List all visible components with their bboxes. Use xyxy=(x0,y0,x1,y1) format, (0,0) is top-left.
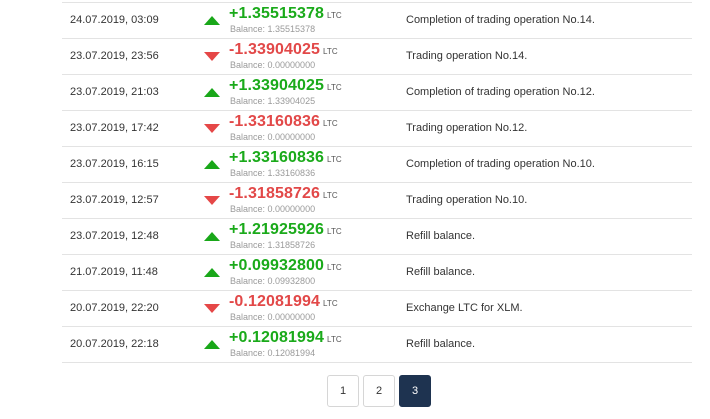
currency-unit: LTC xyxy=(326,11,342,20)
transaction-row: 20.07.2019, 22:20 -0.12081994 LTC Balance: … xyxy=(62,291,692,327)
amount-value: +1.35515378 xyxy=(229,5,324,22)
page-button-3[interactable]: 3 xyxy=(399,375,431,407)
amount-value: -1.33160836 xyxy=(229,113,320,130)
transaction-description: Completion of trading operation No.12. xyxy=(406,86,595,98)
transaction-description: Trading operation No.14. xyxy=(406,50,528,62)
arrow-up-icon xyxy=(204,340,220,349)
transaction-description: Refill balance. xyxy=(406,338,476,350)
transaction-description: Refill balance. xyxy=(406,230,476,242)
arrow-down-icon xyxy=(204,196,220,205)
transaction-amount: -0.12081994 LTC xyxy=(229,293,338,311)
currency-unit: LTC xyxy=(322,191,338,200)
transaction-amount: +0.09932800 LTC xyxy=(229,257,342,275)
transaction-amount: -1.33904025 LTC xyxy=(229,41,338,59)
transaction-description: Exchange LTC for XLM. xyxy=(406,302,523,314)
transaction-balance: Balance: 0.00000000 xyxy=(230,204,316,214)
transaction-balance: Balance: 1.33160836 xyxy=(230,168,316,178)
amount-value: +1.33904025 xyxy=(229,77,324,94)
transaction-balance: Balance: 0.09932800 xyxy=(230,276,316,286)
transaction-row: 24.07.2019, 03:09 +1.35515378 LTC Balance: … xyxy=(62,3,692,39)
transaction-amount: -1.31858726 LTC xyxy=(229,185,338,203)
transaction-date: 24.07.2019, 03:09 xyxy=(70,14,159,26)
currency-unit: LTC xyxy=(322,299,338,308)
currency-unit: LTC xyxy=(322,47,338,56)
currency-unit: LTC xyxy=(326,155,342,164)
transaction-date: 23.07.2019, 21:03 xyxy=(70,86,159,98)
arrow-up-icon xyxy=(204,160,220,169)
currency-unit: LTC xyxy=(322,119,338,128)
transaction-balance: Balance: 0.00000000 xyxy=(230,60,316,70)
arrow-down-icon xyxy=(204,304,220,313)
transaction-date: 23.07.2019, 12:48 xyxy=(70,230,159,242)
amount-value: +1.21925926 xyxy=(229,221,324,238)
arrow-up-icon xyxy=(204,88,220,97)
amount-value: +1.33160836 xyxy=(229,149,324,166)
transaction-date: 23.07.2019, 17:42 xyxy=(70,122,159,134)
transaction-description: Trading operation No.10. xyxy=(406,194,528,206)
arrow-down-icon xyxy=(204,52,220,61)
transaction-balance: Balance: 1.31858726 xyxy=(230,240,316,250)
transaction-row: 23.07.2019, 16:15 +1.33160836 LTC Balance: … xyxy=(62,147,692,183)
amount-value: -1.31858726 xyxy=(229,185,320,202)
transaction-description: Refill balance. xyxy=(406,266,476,278)
transaction-amount: +1.21925926 LTC xyxy=(229,221,342,239)
amount-value: +0.09932800 xyxy=(229,257,324,274)
transaction-date: 20.07.2019, 22:20 xyxy=(70,302,159,314)
transaction-row: 23.07.2019, 12:48 +1.21925926 LTC Balance: … xyxy=(62,219,692,255)
currency-unit: LTC xyxy=(326,83,342,92)
transaction-balance: Balance: 0.12081994 xyxy=(230,348,316,358)
transaction-description: Completion of trading operation No.10. xyxy=(406,158,595,170)
transaction-amount: +0.12081994 LTC xyxy=(229,329,342,347)
transaction-amount: +1.33160836 LTC xyxy=(229,149,342,167)
transaction-description: Trading operation No.12. xyxy=(406,122,528,134)
transaction-amount: +1.33904025 LTC xyxy=(229,77,342,95)
amount-value: -1.33904025 xyxy=(229,41,320,58)
transaction-date: 23.07.2019, 12:57 xyxy=(70,194,159,206)
transaction-balance: Balance: 1.35515378 xyxy=(230,24,316,34)
transaction-amount: +1.35515378 LTC xyxy=(229,5,342,23)
transaction-date: 20.07.2019, 22:18 xyxy=(70,338,159,350)
page-button-2[interactable]: 2 xyxy=(363,375,395,407)
transaction-date: 23.07.2019, 16:15 xyxy=(70,158,159,170)
amount-value: -0.12081994 xyxy=(229,293,320,310)
transaction-balance: Balance: 0.00000000 xyxy=(230,132,316,142)
arrow-up-icon xyxy=(204,232,220,241)
arrow-up-icon xyxy=(204,268,220,277)
transaction-date: 21.07.2019, 11:48 xyxy=(70,266,158,278)
transaction-row: 23.07.2019, 17:42 -1.33160836 LTC Balance: … xyxy=(62,111,692,147)
transaction-table: 24.07.2019, 03:09 +1.35515378 LTC Balance: … xyxy=(62,2,692,363)
transaction-date: 23.07.2019, 23:56 xyxy=(70,50,159,62)
currency-unit: LTC xyxy=(326,335,342,344)
transaction-row: 20.07.2019, 22:18 +0.12081994 LTC Balance: … xyxy=(62,327,692,363)
page-button-1[interactable]: 1 xyxy=(327,375,359,407)
transaction-amount: -1.33160836 LTC xyxy=(229,113,338,131)
currency-unit: LTC xyxy=(326,263,342,272)
transaction-balance: Balance: 0.00000000 xyxy=(230,312,316,322)
transaction-description: Completion of trading operation No.14. xyxy=(406,14,595,26)
transaction-balance: Balance: 1.33904025 xyxy=(230,96,316,106)
amount-value: +0.12081994 xyxy=(229,329,324,346)
transaction-row: 23.07.2019, 23:56 -1.33904025 LTC Balance: … xyxy=(62,39,692,75)
currency-unit: LTC xyxy=(326,227,342,236)
arrow-up-icon xyxy=(204,16,220,25)
transaction-row: 23.07.2019, 12:57 -1.31858726 LTC Balance: … xyxy=(62,183,692,219)
arrow-down-icon xyxy=(204,124,220,133)
transaction-row: 23.07.2019, 21:03 +1.33904025 LTC Balance: … xyxy=(62,75,692,111)
transaction-row: 21.07.2019, 11:48 +0.09932800 LTC Balance: … xyxy=(62,255,692,291)
